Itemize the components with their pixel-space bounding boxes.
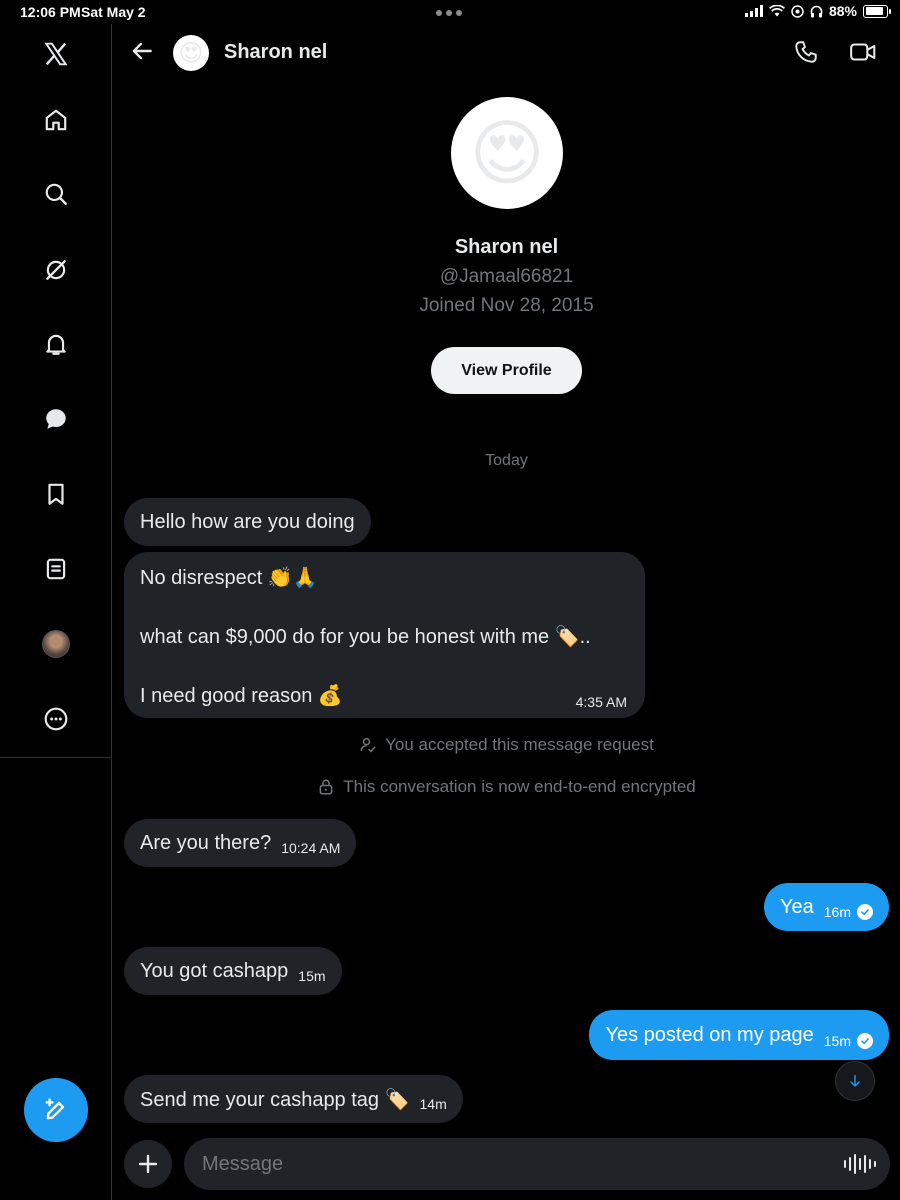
read-checkmark-icon [857, 904, 873, 920]
avatar [42, 630, 70, 658]
compose-pen-icon [45, 1098, 65, 1120]
profile-avatar-large[interactable]: 😍 [451, 97, 563, 209]
cellular-signal-icon [744, 5, 763, 17]
lock-icon [319, 779, 333, 795]
system-notice-request-accepted: You accepted this message request [113, 735, 900, 755]
day-separator: Today [485, 452, 528, 469]
add-attachment-button[interactable] [124, 1140, 172, 1188]
back-arrow-icon[interactable] [129, 38, 155, 64]
message-composer [184, 1138, 890, 1190]
message-timestamp: 16m [823, 904, 851, 920]
compose-button[interactable] [24, 1078, 88, 1142]
arrow-down-icon [850, 1074, 860, 1087]
status-date: Sat May 2 [81, 4, 146, 20]
message-timestamp: 10:24 AM [281, 840, 341, 856]
notifications-bell-icon[interactable] [36, 324, 76, 364]
message-timestamp: 4:35 AM [575, 694, 627, 710]
message-incoming[interactable]: Hello how are you doing [124, 498, 371, 546]
profile-handle: @Jamaal66821 [439, 266, 574, 287]
more-options-icon[interactable] [36, 699, 76, 739]
system-notice-text: You accepted this message request [385, 735, 654, 754]
x-logo-icon[interactable] [36, 34, 76, 74]
message-text: Are you there? [140, 831, 272, 854]
plus-icon [138, 1154, 158, 1174]
header-contact-name[interactable]: Sharon nel [224, 41, 327, 64]
message-text: Yea [780, 895, 814, 918]
sidebar-nav [0, 24, 112, 1200]
message-text: No disrespect 👏🙏 [140, 567, 318, 589]
lists-icon[interactable] [36, 549, 76, 589]
phone-call-icon[interactable] [793, 39, 819, 65]
status-bar: 12:06 PM Sat May 2 88% [0, 0, 900, 24]
sidebar-divider [0, 757, 112, 758]
header-avatar[interactable]: 😍 [173, 35, 209, 71]
location-lock-icon [791, 4, 804, 18]
search-icon[interactable] [36, 174, 76, 214]
multitasking-dots-icon[interactable] [436, 10, 462, 16]
system-notice-text: This conversation is now end-to-end encr… [343, 777, 696, 796]
message-incoming[interactable]: No disrespect 👏🙏 what can $9,000 do for … [124, 552, 645, 718]
profile-joined-date: Joined Nov 28, 2015 [419, 295, 594, 316]
message-text: Yes posted on my page [605, 1023, 814, 1046]
heart-eyes-emoji: 😍 [178, 39, 204, 67]
message-incoming[interactable]: Are you there? 10:24 AM [124, 819, 357, 867]
message-text: Hello how are you doing [140, 510, 355, 533]
message-incoming[interactable]: Send me your cashapp tag 🏷️ 14m [124, 1075, 463, 1123]
message-timestamp: 15m [823, 1033, 851, 1049]
message-text: what can $9,000 do for you be honest wit… [140, 626, 591, 648]
view-profile-button[interactable]: View Profile [431, 347, 582, 394]
voice-message-icon[interactable] [844, 1153, 876, 1175]
read-checkmark-icon [857, 1033, 873, 1049]
message-timestamp: 14m [419, 1096, 447, 1112]
grok-icon[interactable] [36, 250, 76, 290]
home-icon[interactable] [36, 100, 76, 140]
person-check-icon [360, 737, 376, 753]
bookmarks-icon[interactable] [36, 474, 76, 514]
profile-avatar[interactable] [36, 624, 76, 664]
headphones-icon [810, 5, 823, 17]
battery-icon [863, 4, 891, 18]
scroll-to-bottom-button[interactable] [835, 1061, 875, 1101]
profile-name: Sharon nel [454, 236, 559, 258]
conversation-header: 😍 Sharon nel [113, 24, 900, 82]
message-text: Send me your cashapp tag 🏷️ [140, 1088, 410, 1111]
message-outgoing[interactable]: Yes posted on my page 15m [589, 1010, 889, 1060]
message-text: I need good reason 💰 [140, 685, 343, 707]
message-outgoing[interactable]: Yea 16m [764, 883, 889, 931]
battery-percent: 88% [828, 3, 857, 19]
wifi-icon [768, 5, 785, 17]
messages-icon[interactable] [36, 399, 76, 439]
video-call-icon[interactable] [849, 39, 877, 65]
heart-eyes-emoji: 😍 [469, 111, 545, 195]
message-timestamp: 15m [298, 968, 326, 984]
message-incoming[interactable]: You got cashapp 15m [124, 947, 342, 995]
message-input[interactable] [202, 1138, 822, 1190]
message-text: You got cashapp [140, 959, 289, 982]
status-time: 12:06 PM [20, 4, 81, 20]
system-notice-encrypted: This conversation is now end-to-end encr… [113, 777, 900, 797]
